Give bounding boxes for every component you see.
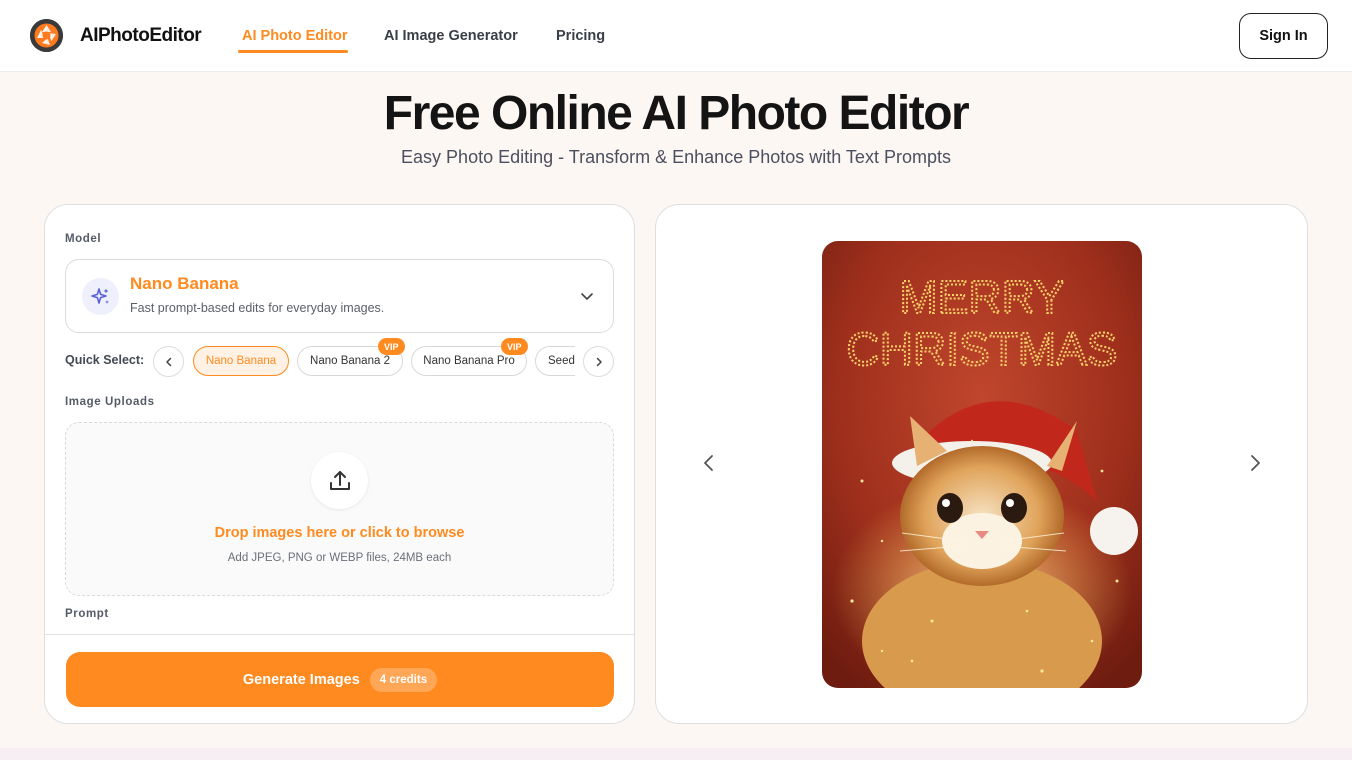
chevron-down-icon[interactable]: [579, 288, 595, 304]
chip-label: Nano Banana: [205, 355, 277, 367]
vip-badge: VIP: [501, 338, 528, 355]
preview-image: MERRY CHRISTMAS: [822, 241, 1142, 688]
chip-label: Seed: [548, 355, 575, 367]
chip-label: Nano Banana 2: [310, 355, 390, 367]
vip-badge: VIP: [378, 338, 405, 355]
image-uploads-label: Image Uploads: [65, 396, 155, 408]
page-title: Free Online AI Photo Editor: [383, 87, 970, 140]
chevron-right-icon: [596, 357, 602, 366]
generate-label: Generate Images: [242, 671, 360, 688]
chevron-left-icon: [165, 357, 171, 366]
generate-images-button[interactable]: Generate Images 4 credits: [66, 652, 614, 707]
merry-text: MERRY: [899, 271, 1064, 323]
model-description: Fast prompt-based edits for everyday ima…: [130, 301, 385, 315]
aperture-icon[interactable]: [30, 19, 63, 52]
chevron-right-icon[interactable]: [1245, 453, 1265, 473]
editor-panel: Model Nano Banana Fast prompt-based edit…: [44, 204, 635, 724]
nav-ai-image-generator[interactable]: AI Image Generator: [384, 28, 518, 44]
nav-active-indicator: [238, 50, 348, 53]
credits-badge: 4 credits: [369, 667, 438, 692]
quick-select-chips: Nano Banana Nano Banana 2 VIP Nano Banan…: [193, 335, 575, 385]
panel-divider: [45, 634, 634, 635]
quick-select-prev-button[interactable]: [153, 346, 184, 377]
upload-title: Drop images here or click to browse: [214, 525, 465, 541]
christmas-text: CHRISTMAS: [847, 323, 1118, 375]
top-navbar: AIPhotoEditor AI Photo Editor AI Image G…: [0, 0, 1352, 72]
quick-select-label: Quick Select:: [65, 353, 145, 367]
chip-label: Nano Banana Pro: [423, 355, 515, 367]
model-selector[interactable]: Nano Banana Fast prompt-based edits for …: [65, 259, 614, 333]
nav-ai-photo-editor[interactable]: AI Photo Editor: [242, 28, 348, 44]
page-subtitle: Easy Photo Editing - Transform & Enhance…: [401, 147, 951, 167]
page-bottom-strip: [0, 748, 1352, 760]
sparkles-icon: [82, 278, 119, 315]
prompt-label: Prompt: [65, 608, 109, 620]
upload-icon: [311, 452, 368, 509]
chip-nano-banana-pro[interactable]: Nano Banana Pro VIP: [411, 338, 528, 376]
nav-pricing[interactable]: Pricing: [556, 28, 605, 44]
chip-nano-banana[interactable]: Nano Banana: [193, 346, 289, 376]
model-section-label: Model: [65, 233, 102, 245]
chevron-left-icon[interactable]: [699, 453, 719, 473]
image-upload-dropzone[interactable]: Drop images here or click to browse Add …: [65, 422, 614, 596]
quick-select-next-button[interactable]: [583, 346, 614, 377]
preview-panel: MERRY CHRISTMAS: [655, 204, 1308, 724]
brand-name[interactable]: AIPhotoEditor: [80, 25, 202, 47]
model-name: Nano Banana: [130, 274, 239, 293]
upload-hint: Add JPEG, PNG or WEBP files, 24MB each: [227, 552, 452, 564]
chip-nano-banana-2[interactable]: Nano Banana 2 VIP: [297, 338, 405, 376]
sign-in-button[interactable]: Sign In: [1239, 13, 1328, 59]
chip-seed[interactable]: Seed: [535, 346, 575, 376]
